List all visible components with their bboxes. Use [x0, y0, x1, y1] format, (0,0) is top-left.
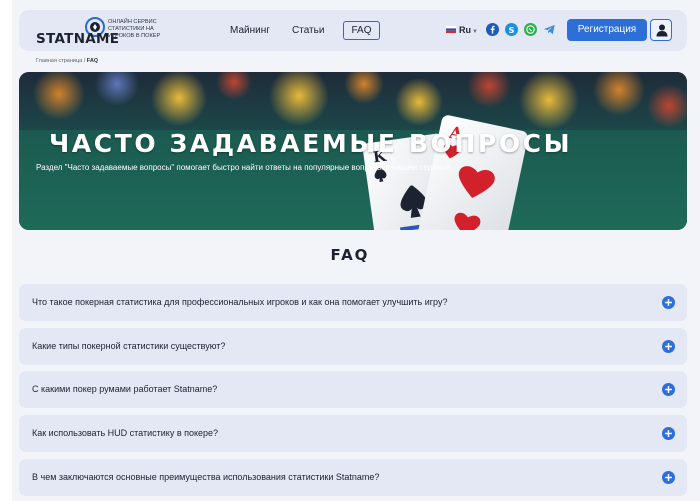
- user-icon: [656, 24, 668, 37]
- skype-icon[interactable]: S: [505, 23, 518, 36]
- plus-circle-icon[interactable]: [662, 427, 675, 440]
- faq-item[interactable]: Как использовать HUD статистику в покере…: [19, 415, 687, 452]
- chevron-down-icon: ▼: [472, 29, 478, 35]
- faq-question: Что такое покерная статистика для профес…: [32, 297, 448, 307]
- account-button[interactable]: [650, 19, 672, 41]
- breadcrumb-current: FAQ: [86, 58, 99, 64]
- logo-text: STATNAME: [36, 31, 120, 47]
- language-selector[interactable]: Ru▼: [446, 25, 478, 35]
- breadcrumb-home[interactable]: Главная страница: [36, 58, 82, 64]
- breadcrumb: Главная страница / FAQ: [36, 58, 98, 64]
- logo-tagline: ОНЛАЙН СЕРВИС СТАТИСТИКИ НА ИГРОКОВ В ПО…: [108, 19, 161, 39]
- hero-subtitle: Раздел "Часто задаваемые вопросы" помога…: [36, 163, 452, 172]
- faq-question: Какие типы покерной статистики существую…: [32, 341, 226, 351]
- faq-question: Как использовать HUD статистику в покере…: [32, 428, 219, 438]
- faq-item[interactable]: В чем заключаются основные преимущества …: [19, 459, 687, 496]
- language-label: Ru: [459, 25, 471, 35]
- faq-item[interactable]: С какими покер румами работает Statname?: [19, 371, 687, 408]
- site-header: STATNAME ОНЛАЙН СЕРВИС СТАТИСТИКИ НА ИГР…: [19, 10, 687, 51]
- faq-item[interactable]: Что такое покерная статистика для профес…: [19, 284, 687, 321]
- plus-circle-icon[interactable]: [662, 296, 675, 309]
- faq-question: С какими покер румами работает Statname?: [32, 384, 218, 394]
- hero-banner: K A ЧАСТО ЗАДАВАЕМЫЕ ВОПРОСЫ Раздел "Час…: [19, 72, 687, 230]
- register-button[interactable]: Регистрация: [567, 19, 647, 41]
- russian-flag-icon: [446, 26, 456, 33]
- plus-circle-icon[interactable]: [662, 340, 675, 353]
- svg-text:S: S: [508, 25, 514, 35]
- breadcrumb-separator: /: [83, 58, 86, 64]
- faq-item[interactable]: Какие типы покерной статистики существую…: [19, 328, 687, 365]
- plus-circle-icon[interactable]: [662, 383, 675, 396]
- nav-mining[interactable]: Майнинг: [230, 25, 270, 36]
- nav-articles[interactable]: Статьи: [292, 25, 324, 36]
- plus-circle-icon[interactable]: [662, 471, 675, 484]
- whatsapp-icon[interactable]: [524, 23, 537, 36]
- facebook-icon[interactable]: [486, 23, 499, 36]
- faq-heading: FAQ: [330, 246, 370, 264]
- telegram-icon[interactable]: [543, 23, 556, 36]
- hero-title: ЧАСТО ЗАДАВАЕМЫЕ ВОПРОСЫ: [49, 129, 573, 158]
- faq-question: В чем заключаются основные преимущества …: [32, 472, 380, 482]
- nav-faq[interactable]: FAQ: [343, 21, 380, 40]
